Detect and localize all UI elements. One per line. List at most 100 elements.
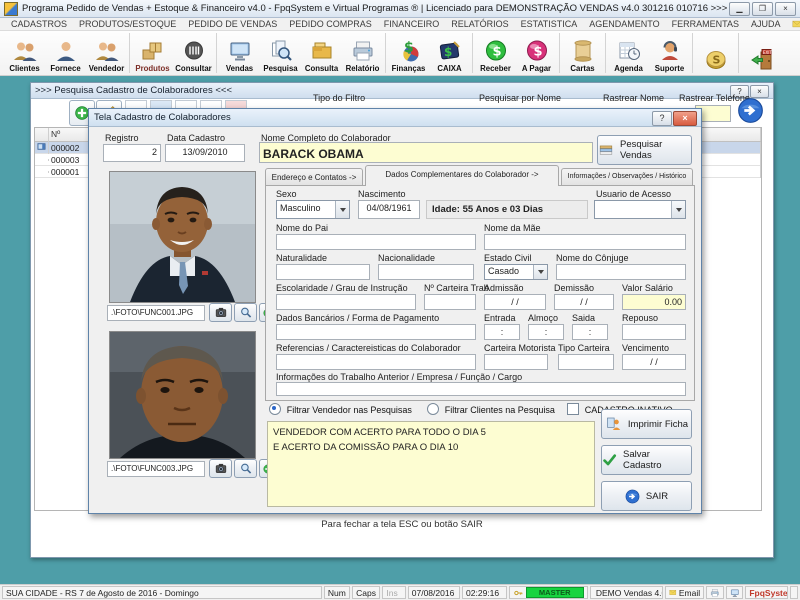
app-icon (4, 1, 18, 16)
tipo-carteira-field[interactable] (558, 354, 614, 370)
payable-dollar-icon (525, 39, 549, 63)
salesperson-icon (95, 39, 119, 63)
photo2-camera-button[interactable] (209, 459, 232, 478)
menu-financeiro[interactable]: FINANCEIRO (378, 19, 446, 29)
radio-filtrar-clientes[interactable]: Filtrar Clientes na Pesquisa (427, 403, 555, 416)
data-cadastro-field[interactable]: 13/09/2010 (165, 144, 245, 162)
toolbar-separator (692, 33, 693, 73)
dialog-help-button[interactable]: ? (652, 111, 672, 126)
photo1-camera-button[interactable] (209, 303, 232, 322)
chevron-down-icon (671, 201, 685, 218)
toolbar-financas-button[interactable]: Finanças (388, 31, 429, 75)
menu-produtos-estoque[interactable]: PRODUTOS/ESTOQUE (73, 19, 182, 29)
escolaridade-field[interactable] (276, 294, 416, 310)
nome-completo-field[interactable]: BARACK OBAMA (259, 142, 593, 163)
entrada-field[interactable]: : (484, 324, 520, 340)
menu-pedido-vendas[interactable]: PEDIDO DE VENDAS (182, 19, 283, 29)
printer-icon (351, 39, 375, 63)
toolbar-suporte-button[interactable]: Suporte (649, 31, 690, 75)
menu-ferramentas[interactable]: FERRAMENTAS (666, 19, 745, 29)
naturalidade-label: Naturalidade (276, 253, 328, 263)
memo-line-1: VENDEDOR COM ACERTO PARA TODO O DIA 5 (273, 427, 486, 438)
toolbar-caixa-button[interactable]: CAIXA (429, 31, 470, 75)
status-computer[interactable] (725, 586, 744, 599)
nacionalidade-field[interactable] (378, 264, 474, 280)
photo1-zoom-button[interactable] (234, 303, 257, 322)
toolbar-clientes-button[interactable]: Clientes (4, 31, 45, 75)
toolbar-coin-button[interactable] (695, 31, 736, 75)
toolbar-produtos-button[interactable]: Produtos (132, 31, 173, 75)
magnifier-icon (239, 306, 253, 319)
demissao-field[interactable]: / / (554, 294, 614, 310)
menu-estatistica[interactable]: ESTATISTICA (515, 19, 584, 29)
nascimento-field[interactable]: 04/08/1961 (358, 200, 420, 219)
toolbar-receber-button[interactable]: Receber (475, 31, 516, 75)
photo2-path-field[interactable]: .\FOTO\FUNC003.JPG (107, 461, 205, 477)
restore-button[interactable]: ❐ (752, 1, 773, 16)
photo1-path-field[interactable]: .\FOTO\FUNC001.JPG (107, 305, 205, 321)
observations-memo[interactable]: VENDEDOR COM ACERTO PARA TODO O DIA 5 E … (267, 421, 595, 507)
pesquisar-vendas-button[interactable]: Pesquisar Vendas (597, 135, 692, 165)
info-trabalho-field[interactable] (276, 382, 686, 396)
toolbar-relatorio-button[interactable]: Relatório (342, 31, 383, 75)
menu-cadastros[interactable]: CADASTROS (5, 19, 73, 29)
repouso-field[interactable] (622, 324, 686, 340)
photo2-zoom-button[interactable] (234, 459, 257, 478)
toolbar-vendas-button[interactable]: Vendas (219, 31, 260, 75)
dados-bancarios-field[interactable] (276, 324, 476, 340)
toolbar-consulta-button[interactable]: Consulta (301, 31, 342, 75)
carteira-motorista-label: Carteira Motorista (484, 343, 556, 353)
menu-relatorios[interactable]: RELATÓRIOS (445, 19, 514, 29)
sexo-dropdown[interactable]: Masculino (276, 200, 350, 219)
toolbar-consultar-button[interactable]: Consultar (173, 31, 214, 75)
naturalidade-field[interactable] (276, 264, 370, 280)
status-printer[interactable] (706, 586, 724, 599)
toolbar-exit-button[interactable] (741, 31, 782, 75)
nome-mae-field[interactable] (484, 234, 686, 250)
usuario-acesso-dropdown[interactable] (594, 200, 686, 219)
tab-endereco-contatos[interactable]: Endereço e Contatos -> (265, 168, 363, 186)
vencimento-field[interactable]: / / (622, 354, 686, 370)
email-icon (791, 19, 800, 29)
info-trabalho-label: Informações do Trabalho Anterior / Empre… (276, 372, 523, 382)
menu-ajuda[interactable]: AJUDA (745, 19, 787, 29)
dialog-close-button[interactable]: × (673, 111, 697, 126)
close-button[interactable]: × (775, 1, 796, 16)
nome-pai-field[interactable] (276, 234, 476, 250)
estado-civil-dropdown[interactable]: Casado (484, 264, 548, 280)
tab-informacoes-historico[interactable]: Informações / Observações / Histórico (561, 168, 693, 186)
chevron-down-icon (335, 201, 349, 218)
registro-field[interactable]: 2 (103, 144, 161, 162)
carteira-trab-field[interactable] (424, 294, 476, 310)
status-email[interactable]: Email (665, 586, 705, 599)
toolbar-apagar-button[interactable]: A Pagar (516, 31, 557, 75)
status-caps: Caps (352, 586, 381, 599)
radio-filtrar-vendedor[interactable]: Filtrar Vendedor nas Pesquisas (269, 403, 412, 416)
almoco-field[interactable]: : (528, 324, 564, 340)
referencias-field[interactable] (276, 354, 476, 370)
toolbar-vendedor-button[interactable]: Vendedor (86, 31, 127, 75)
valor-salario-field[interactable]: 0.00 (622, 294, 686, 310)
toolbar-pesquisa-button[interactable]: Pesquisa (260, 31, 301, 75)
carteira-motorista-field[interactable] (484, 354, 548, 370)
nacionalidade-label: Nacionalidade (378, 253, 436, 263)
saida-field[interactable]: : (572, 324, 608, 340)
employee-photo-2 (109, 331, 256, 459)
memo-line-2: E ACERTO DA COMISSÃO PARA O DIA 10 (273, 442, 459, 453)
go-search-button[interactable] (737, 97, 764, 124)
imprimir-ficha-button[interactable]: Imprimir Ficha (601, 409, 692, 439)
menu-pedido-compras[interactable]: PEDIDO COMPRAS (283, 19, 378, 29)
toolbar-fornecedor-button[interactable]: Fornece (45, 31, 86, 75)
nome-conjuge-field[interactable] (556, 264, 686, 280)
minimize-button[interactable]: ▁ (729, 1, 750, 16)
menu-agendamento[interactable]: AGENDAMENTO (583, 19, 665, 29)
products-boxes-icon (141, 39, 165, 63)
tab-dados-complementares[interactable]: Dados Complementares do Colaborador -> (365, 165, 559, 186)
salvar-cadastro-button[interactable]: Salvar Cadastro (601, 445, 692, 475)
toolbar-agenda-button[interactable]: Agenda (608, 31, 649, 75)
toolbar-cartas-button[interactable]: Cartas (562, 31, 603, 75)
camera-icon (214, 306, 228, 319)
menu-email[interactable]: E-MAIL (787, 19, 800, 29)
sair-button[interactable]: SAIR (601, 481, 692, 511)
admissao-field[interactable]: / / (484, 294, 546, 310)
